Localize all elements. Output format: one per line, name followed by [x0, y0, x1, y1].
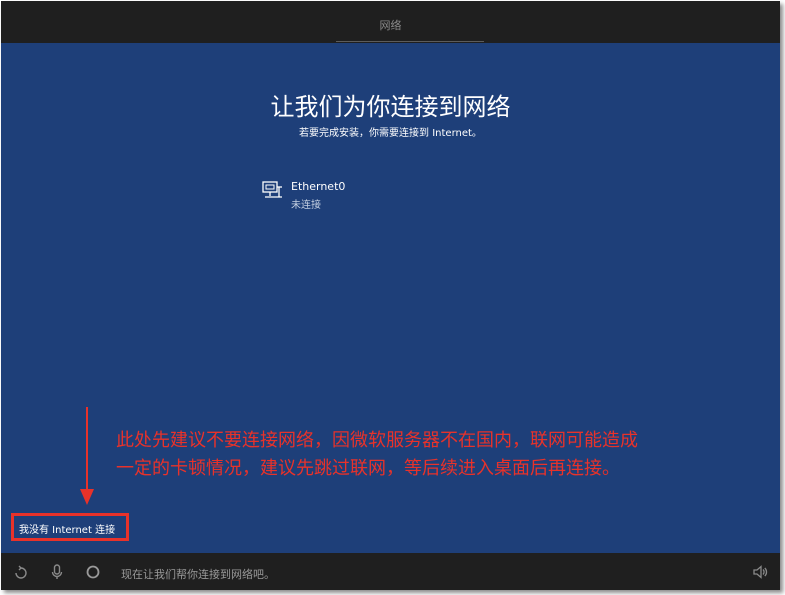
microphone-icon[interactable] — [49, 564, 65, 580]
header-title: 网络 — [379, 19, 402, 32]
network-status: 未连接 — [291, 200, 321, 211]
oobe-window: 网络 让我们为你连接到网络 若要完成安装，你需要连接到 Internet。 Et… — [1, 1, 780, 590]
volume-icon[interactable] — [752, 564, 768, 580]
annotation-arrow-icon — [80, 407, 94, 505]
header-bar: 网络 — [1, 1, 780, 43]
page-subtitle: 若要完成安装，你需要连接到 Internet。 — [299, 128, 482, 139]
no-internet-link[interactable]: 我没有 Internet 连接 — [19, 521, 115, 536]
network-item-ethernet0[interactable]: Ethernet0 未连接 — [257, 177, 457, 213]
network-name: Ethernet0 — [291, 180, 346, 193]
cortana-icon[interactable] — [85, 564, 101, 580]
header-progress-underline — [336, 41, 484, 42]
page-title: 让我们为你连接到网络 — [270, 93, 511, 121]
ethernet-icon — [262, 181, 282, 198]
annotation-line-2: 一定的卡顿情况，建议先跳过联网，等后续进入桌面后再连接。 — [116, 458, 620, 479]
taskbar: 现在让我们帮你连接到网络吧。 — [1, 553, 780, 590]
taskbar-status-text: 现在让我们帮你连接到网络吧。 — [121, 568, 275, 581]
network-setup-page: 让我们为你连接到网络 若要完成安装，你需要连接到 Internet。 Ether… — [1, 43, 780, 553]
annotation-text: 此处先建议不要连接网络，因微软服务器不在国内，联网可能造成 一定的卡顿情况，建议… — [116, 427, 736, 483]
annotation-line-1: 此处先建议不要连接网络，因微软服务器不在国内，联网可能造成 — [116, 430, 638, 451]
accessibility-icon[interactable] — [13, 564, 29, 580]
